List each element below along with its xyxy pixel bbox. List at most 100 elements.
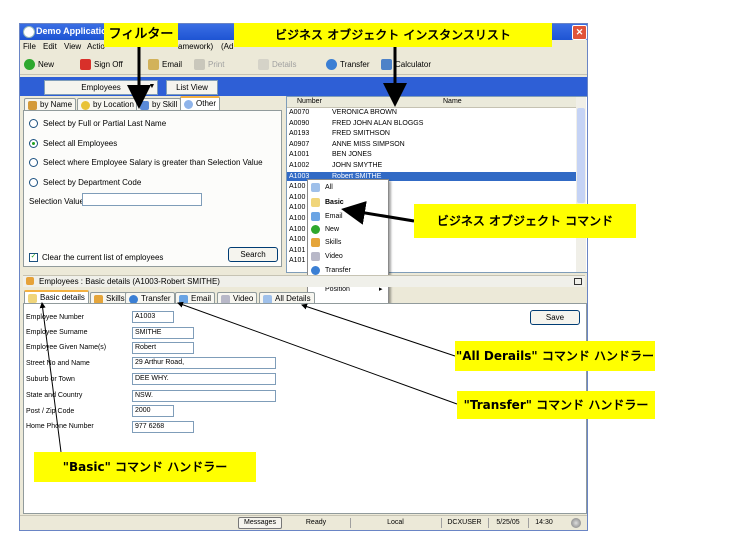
status-time: 14:30 — [528, 518, 559, 528]
tab-label: Other — [196, 99, 217, 108]
list-item[interactable]: A0193 FRED SMITHSON — [287, 129, 576, 138]
object-type-dropdown[interactable]: Employees — [44, 80, 158, 95]
employee-number: A1002 — [289, 162, 310, 169]
suburb-field[interactable]: DEE WHY. — [132, 373, 276, 385]
column-number[interactable]: Number — [297, 98, 322, 105]
tab-other[interactable]: Other — [180, 96, 221, 110]
radio-button[interactable] — [29, 119, 38, 129]
radio-button[interactable] — [29, 158, 38, 168]
email-icon — [148, 59, 159, 71]
details-button[interactable]: Details — [258, 58, 296, 71]
messages-button[interactable]: Messages — [238, 517, 282, 529]
new-button[interactable]: New — [24, 58, 54, 71]
given-name-field[interactable]: Robert — [132, 342, 194, 354]
calculator-button[interactable]: Calculator — [381, 58, 431, 71]
employee-number: A1001 — [289, 151, 310, 159]
basic-icon — [28, 294, 37, 303]
home-phone-field[interactable]: 977 6268 — [132, 421, 194, 433]
menu-item-email[interactable]: Email — [325, 213, 343, 220]
location-icon — [81, 101, 90, 110]
close-button[interactable]: ✕ — [572, 25, 587, 40]
new-icon — [24, 59, 35, 71]
search-button[interactable]: Search — [228, 247, 278, 262]
tab-label: All Details — [275, 294, 311, 303]
menu-item-basic[interactable]: Basic — [325, 199, 344, 206]
menu-item-position[interactable]: Position — [325, 286, 350, 293]
employee-number-field[interactable]: A1003 — [132, 311, 174, 323]
list-header: Number Name — [287, 97, 576, 108]
state-country-field[interactable]: NSW. — [132, 390, 276, 402]
clear-list-label: Clear the current list of employees — [42, 253, 164, 262]
option-all-employees[interactable]: Select all Employees — [29, 139, 117, 149]
menu-item-new[interactable]: New — [325, 226, 339, 233]
menu-item-skills[interactable]: Skills — [325, 239, 341, 246]
list-scrollbar[interactable] — [576, 97, 586, 272]
employee-number: A100 — [289, 236, 306, 244]
chevron-down-icon[interactable]: ▼ — [147, 80, 157, 93]
calculator-icon — [381, 59, 392, 71]
employee-number: A0907 — [289, 140, 310, 148]
field-label: Employee Number — [26, 314, 84, 321]
list-item[interactable]: A0070 VERONICA BROWN — [287, 108, 576, 117]
sign-off-icon — [80, 59, 91, 71]
selection-value-input[interactable] — [82, 193, 202, 206]
new-label: New — [38, 60, 55, 69]
print-button[interactable]: Print — [194, 58, 224, 71]
tab-label: Transfer — [141, 294, 171, 303]
maximize-icon[interactable] — [574, 278, 582, 285]
email-label: Email — [162, 60, 183, 69]
clear-list-checkbox[interactable]: ✓ Clear the current list of employees — [29, 253, 164, 263]
save-button[interactable]: Save — [530, 310, 580, 325]
checkbox[interactable]: ✓ — [29, 253, 38, 263]
option-salary[interactable]: Select where Employee Salary is greater … — [29, 158, 263, 168]
transfer-button[interactable]: Transfer — [326, 58, 370, 71]
menu-item-video[interactable]: Video — [325, 253, 343, 260]
email-button[interactable]: Email — [148, 58, 182, 71]
tab-basic-details[interactable]: Basic details — [24, 290, 89, 304]
filter-panel: Select by Full or Partial Last Name Sele… — [23, 110, 282, 267]
list-item[interactable]: A0907 ANNE MISS SIMPSON — [287, 140, 576, 149]
option-label: Select by Department Code — [43, 178, 142, 187]
list-view-button[interactable]: List View — [166, 80, 218, 95]
option-last-name[interactable]: Select by Full or Partial Last Name — [29, 119, 166, 129]
field-label: Street No and Name — [26, 360, 90, 367]
employee-number: A100 — [289, 225, 306, 233]
print-label: Print — [208, 60, 225, 69]
surname-field[interactable]: SMITHE — [132, 327, 194, 339]
employee-number: A100 — [289, 204, 306, 212]
menu-item-transfer[interactable]: Transfer — [325, 267, 351, 274]
employee-name: VERONICA BROWN — [332, 109, 397, 116]
radio-button[interactable] — [29, 178, 38, 188]
callout-instance-list: ビジネス オブジェクト インスタンスリスト — [234, 23, 552, 47]
employee-number: A100 — [289, 215, 306, 222]
employee-icon — [26, 277, 34, 285]
column-name[interactable]: Name — [443, 98, 462, 105]
list-item[interactable]: A1002 JOHN SMYTHE — [287, 161, 576, 170]
menu-file[interactable]: File — [23, 42, 36, 51]
option-department[interactable]: Select by Department Code — [29, 178, 142, 188]
street-field[interactable]: 29 Arthur Road, — [132, 357, 276, 369]
sign-off-button[interactable]: Sign Off — [80, 58, 123, 71]
list-item[interactable]: A1001 BEN JONES — [287, 150, 576, 159]
navigation-strip: Employees ▼ List View — [20, 77, 587, 96]
employee-name: BEN JONES — [332, 151, 372, 159]
status-date: 5/25/05 — [488, 518, 527, 528]
employee-number: A101 — [289, 246, 306, 254]
menu-administration[interactable]: (Ad — [221, 42, 233, 51]
window-title: Demo Application — [36, 26, 113, 36]
menu-view[interactable]: View — [64, 42, 81, 51]
menu-edit[interactable]: Edit — [43, 42, 57, 51]
status-location: Local — [350, 518, 440, 528]
list-item[interactable]: A0090 FRED JOHN ALAN BLOGGS — [287, 119, 576, 128]
field-label: Suburb or Town — [26, 376, 75, 383]
radio-button[interactable] — [29, 139, 38, 149]
field-label: State and Country — [26, 392, 83, 399]
skill-icon — [140, 101, 149, 110]
callout-all-details-handler: "All Derails" コマンド ハンドラー — [455, 341, 655, 371]
status-ready: Ready — [305, 519, 327, 526]
menu-actions[interactable]: Actio — [87, 42, 105, 51]
menu-item-all[interactable]: All — [325, 184, 333, 191]
menu-framework[interactable]: amework) — [178, 42, 213, 51]
scroll-thumb[interactable] — [577, 108, 585, 203]
post-code-field[interactable]: 2000 — [132, 405, 174, 417]
